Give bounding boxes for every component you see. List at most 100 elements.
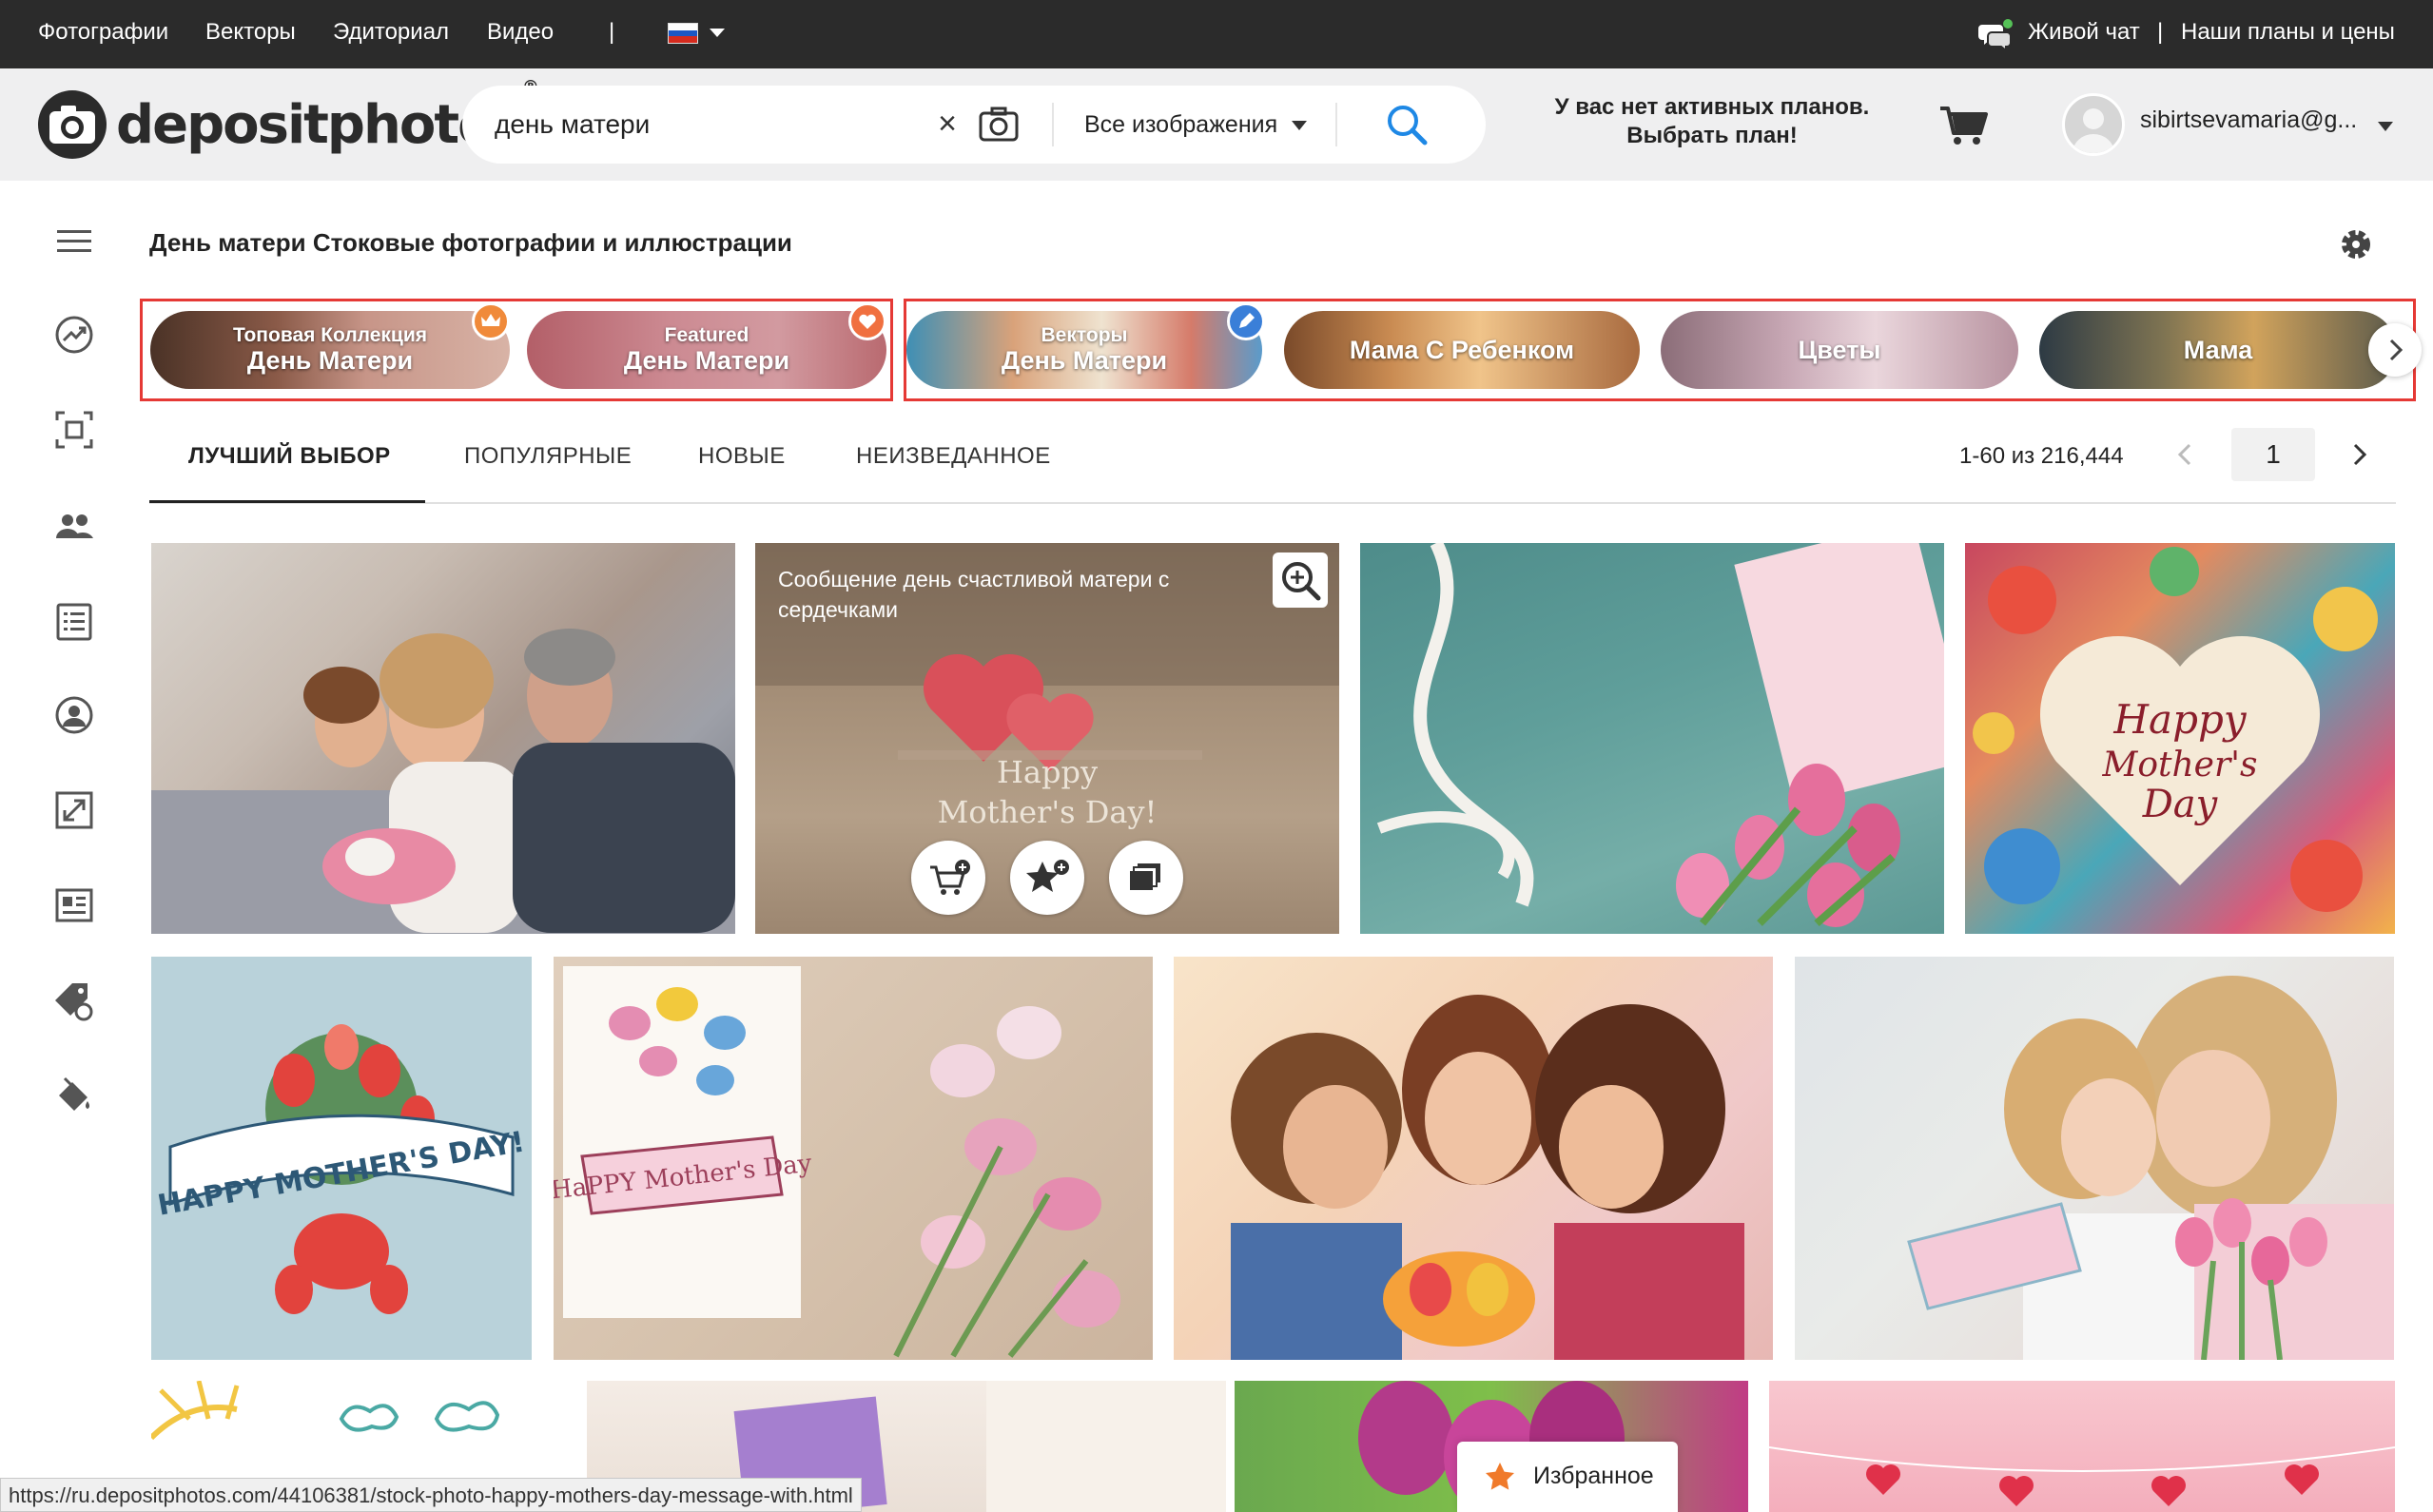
- logo-wordmark: depositphotos: [116, 93, 524, 156]
- nav-vectors-link[interactable]: Векторы: [205, 0, 296, 68]
- chip-featured[interactable]: Featured День Матери: [527, 311, 886, 389]
- cart-icon[interactable]: [1938, 105, 1990, 146]
- no-plan-message[interactable]: У вас нет активных планов. Выбрать план!: [1522, 93, 1902, 150]
- crown-icon: [472, 302, 510, 340]
- tab-new[interactable]: НОВЫЕ: [698, 443, 786, 470]
- girl-mother-tulips-image: [1907, 976, 2394, 1360]
- chip-label: Мама: [2183, 335, 2253, 364]
- account-icon[interactable]: [53, 694, 95, 736]
- chip-label-line1: Векторы: [1041, 324, 1128, 346]
- chip-label-line1: Топовая Коллекция: [232, 324, 428, 346]
- gear-icon[interactable]: [2338, 226, 2374, 262]
- language-caret-icon[interactable]: [710, 29, 725, 37]
- favorites-label: Избранное: [1533, 1463, 1654, 1489]
- bouquet-illustration-image: HAPPY MOTHER'S DAY!: [155, 1024, 527, 1314]
- live-chat-link[interactable]: Живой чат: [2028, 0, 2140, 68]
- add-to-favorites-button[interactable]: [1010, 841, 1084, 915]
- chips-next-button[interactable]: [2368, 323, 2422, 377]
- chip-label-line2: День Матери: [1001, 346, 1168, 375]
- image-tile[interactable]: HAPPY MOTHER'S DAY!: [151, 957, 532, 1360]
- card-text-line1: Happy: [996, 754, 1099, 790]
- user-menu-caret-icon[interactable]: [2378, 122, 2393, 131]
- image-tile[interactable]: [1360, 543, 1944, 934]
- menu-icon[interactable]: [53, 221, 95, 262]
- zoom-in-icon: [1282, 562, 1321, 601]
- page-title: День матери Стоковые фотографии и иллюст…: [149, 228, 792, 257]
- star-icon: [1486, 1463, 1514, 1490]
- zoom-button[interactable]: [1273, 552, 1328, 608]
- card-text: Happy Mother's Day!: [755, 752, 1339, 832]
- plans-link[interactable]: Наши планы и цены: [2181, 0, 2395, 68]
- image-tile[interactable]: Happy Mother's Day: [1965, 543, 2395, 934]
- resize-icon[interactable]: [53, 789, 95, 831]
- favorites-button[interactable]: Избранное: [1457, 1442, 1678, 1512]
- results-count: 1-60 из 216,444: [1959, 443, 2124, 469]
- day-script-text: Day: [2142, 783, 2219, 826]
- cart-plus-icon: [930, 860, 970, 895]
- nav-video-link[interactable]: Видео: [487, 0, 554, 68]
- nav-photos-link[interactable]: Фотографии: [38, 0, 168, 68]
- choose-plan-link[interactable]: Выбрать план!: [1522, 122, 1902, 150]
- chevron-right-icon: [2389, 339, 2404, 361]
- chip-mother-child[interactable]: Мама С Ребенком: [1284, 311, 1640, 389]
- image-tile[interactable]: [151, 543, 735, 934]
- camera-search-icon[interactable]: [978, 105, 1020, 143]
- image-tile[interactable]: [1174, 957, 1773, 1360]
- chip-vectors[interactable]: Векторы День Матери: [906, 311, 1262, 389]
- mother-kids-image: [1231, 995, 1744, 1360]
- previous-page-icon[interactable]: [2169, 437, 2203, 472]
- page-number-input[interactable]: 1: [2231, 428, 2315, 481]
- top-nav-bar: Фотографии Векторы Эдиториал Видео | Жив…: [0, 0, 2433, 68]
- search-divider: [1335, 103, 1337, 146]
- nav-editorial-link[interactable]: Эдиториал: [333, 0, 449, 68]
- chip-label-line2: День Матери: [623, 346, 790, 375]
- image-caption: Сообщение день счастливой матери с серде…: [778, 567, 1170, 622]
- plan-message-line1: У вас нет активных планов.: [1554, 94, 1870, 120]
- tab-popular[interactable]: ПОПУЛЯРНЫЕ: [464, 443, 632, 470]
- search-bar: × Все изображения: [462, 86, 1486, 164]
- hearts-garland-image: [1769, 1446, 2395, 1506]
- card-text-line2: Mother's Day!: [937, 794, 1158, 830]
- similar-images-button[interactable]: [1109, 841, 1183, 915]
- stack-icon: [1130, 863, 1160, 890]
- chip-top-collection[interactable]: Топовая Коллекция День Матери: [150, 311, 510, 389]
- filter-caret-icon[interactable]: [1292, 121, 1307, 130]
- chip-label-line1: Featured: [664, 324, 749, 346]
- article-icon[interactable]: [53, 884, 95, 926]
- focus-frame-icon[interactable]: [53, 409, 95, 451]
- paint-bucket-icon[interactable]: [53, 1075, 95, 1116]
- camera-logo-icon: [38, 90, 107, 159]
- chip-label: Цветы: [1798, 335, 1881, 364]
- chat-icon[interactable]: [1978, 19, 2013, 49]
- trending-icon[interactable]: [53, 314, 95, 356]
- list-icon[interactable]: [53, 601, 95, 643]
- user-email[interactable]: sibirtsevamaria@g...: [2140, 107, 2357, 134]
- pen-icon: [1227, 302, 1265, 340]
- happy-script-text: Happy: [2112, 696, 2247, 743]
- mothers-script-text: Mother's: [2101, 746, 2257, 785]
- chip-label-line2: День Матери: [246, 346, 414, 375]
- user-avatar-icon: [2073, 108, 2114, 153]
- active-tab-indicator: [149, 500, 425, 503]
- image-type-filter[interactable]: Все изображения: [1084, 86, 1277, 164]
- add-to-cart-button[interactable]: [911, 841, 985, 915]
- tabs-divider: [149, 502, 2396, 504]
- tab-best-match[interactable]: ЛУЧШИЙ ВЫБОР: [188, 443, 391, 470]
- search-icon[interactable]: [1385, 103, 1429, 146]
- image-tile[interactable]: HaPPY Mother's Day: [554, 957, 1153, 1360]
- chip-mom[interactable]: Мама: [2039, 311, 2397, 389]
- language-flag-icon[interactable]: [668, 23, 698, 44]
- heart-illustration-image: Happy Mother's Day: [1973, 547, 2378, 912]
- nav-separator: |: [609, 19, 615, 45]
- chip-flowers[interactable]: Цветы: [1661, 311, 2018, 389]
- heart-icon: [848, 302, 886, 340]
- image-tile[interactable]: [1795, 957, 2394, 1360]
- tab-undiscovered[interactable]: НЕИЗВЕДАННОЕ: [856, 443, 1051, 470]
- clear-search-icon[interactable]: ×: [928, 105, 966, 143]
- image-tile[interactable]: [1769, 1381, 2395, 1512]
- people-icon[interactable]: [53, 506, 95, 548]
- topbar-separator: |: [2157, 19, 2164, 45]
- user-avatar[interactable]: [2062, 93, 2125, 156]
- next-page-icon[interactable]: [2342, 437, 2376, 472]
- price-tag-icon[interactable]: [53, 979, 95, 1021]
